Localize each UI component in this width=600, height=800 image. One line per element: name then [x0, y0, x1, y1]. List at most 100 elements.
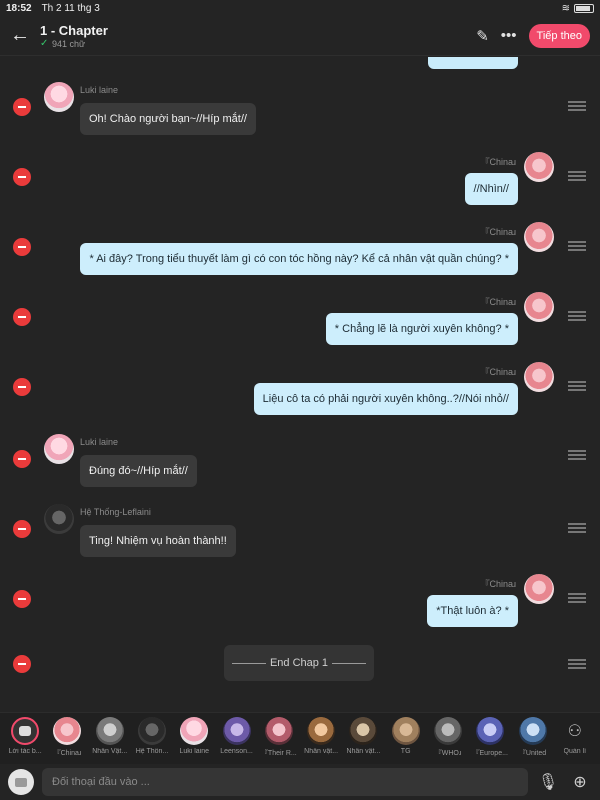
character-item[interactable]: Nhân Vật... — [89, 717, 131, 755]
character-label: Nhân Vật... — [92, 748, 128, 755]
character-item[interactable]: 『Europe... — [469, 717, 511, 758]
delete-icon[interactable] — [13, 520, 31, 538]
drag-handle-icon[interactable] — [568, 523, 586, 533]
avatar — [433, 717, 462, 745]
character-item[interactable]: 『WHOɹ — [427, 717, 469, 758]
message-bubble[interactable]: //Nhìn// — [464, 173, 518, 205]
avatar — [222, 717, 251, 745]
avatar — [524, 222, 554, 252]
character-label: Leenson... — [220, 748, 253, 755]
chapter-end-marker[interactable]: End Chap 1 — [224, 645, 374, 681]
message-row[interactable]: Luki laine Oh! Chào người bạn~//Híp mắt/… — [0, 82, 600, 142]
drag-handle-icon[interactable] — [568, 101, 586, 111]
user-settings-icon: ⚇ — [567, 723, 582, 740]
character-item[interactable]: Lời tác b... — [4, 717, 46, 755]
drag-handle-icon[interactable] — [568, 381, 586, 391]
avatar — [53, 717, 82, 745]
character-item[interactable]: Luki laine — [173, 717, 215, 755]
speaker-name: 『Chinaɹ — [480, 367, 516, 377]
chat-list[interactable]: Luki laine Oh! Chào người bạn~//Híp mắt/… — [0, 57, 600, 707]
drag-handle-icon[interactable] — [568, 450, 586, 460]
character-item[interactable]: Leenson... — [215, 717, 257, 755]
drag-handle-icon[interactable] — [568, 593, 586, 603]
character-label: 『United — [518, 750, 547, 757]
next-button[interactable]: Tiếp theo — [528, 23, 590, 48]
status-bar: 18:52 Th 2 11 thg 3 ≋ — [0, 0, 600, 16]
character-label: 『Their R... — [260, 750, 297, 757]
drag-handle-icon[interactable] — [568, 311, 586, 321]
character-label: 『WHOɹ — [434, 750, 462, 757]
delete-icon[interactable] — [13, 378, 31, 396]
dialogue-input[interactable] — [42, 768, 528, 796]
chapter-end-row[interactable]: End Chap 1 — [0, 645, 600, 685]
battery-icon — [574, 3, 594, 13]
microphone-icon[interactable]: 🎙 — [536, 772, 560, 792]
avatar — [307, 717, 336, 745]
message-row[interactable]: Hệ Thống-Leflaini Ting! Nhiệm vụ hoàn th… — [0, 504, 600, 564]
check-icon: ✓ — [40, 38, 49, 49]
character-label: 『Europe... — [472, 750, 508, 757]
avatar — [44, 504, 74, 534]
status-time: 18:52 — [6, 2, 32, 14]
speaker-name: 『Chinaɹ — [480, 297, 516, 307]
delete-icon[interactable] — [13, 655, 31, 673]
drag-handle-icon[interactable] — [568, 171, 586, 181]
avatar — [180, 717, 209, 745]
avatar — [524, 292, 554, 322]
message-row[interactable]: 『Chinaɹ Liệu cô ta có phải người xuyên k… — [0, 362, 600, 422]
wifi-icon: ≋ — [561, 2, 570, 14]
manage-characters-button[interactable]: ⚇ Quản lí — [554, 717, 596, 755]
character-label: Luki laine — [179, 748, 210, 755]
avatar — [391, 717, 420, 745]
message-bubble[interactable]: * Chẳng lẽ là người xuyên không? * — [325, 313, 518, 345]
header: ← 1 - Chapter ✓ 941 chữ ✎ ••• Tiếp theo — [0, 16, 600, 56]
word-count: ✓ 941 chữ — [40, 39, 108, 49]
message-bubble[interactable]: * Ai đây? Trong tiểu thuyết làm gì có co… — [80, 243, 518, 275]
message-row[interactable]: 『Chinaɹ //Nhìn// — [0, 152, 600, 212]
delete-icon[interactable] — [13, 168, 31, 186]
character-label: TG — [400, 748, 411, 755]
character-label: Nhân vật... — [304, 748, 339, 755]
character-label: Lời tác b... — [8, 748, 42, 755]
message-row[interactable]: Luki laine Đúng đó~//Híp mắt// — [0, 434, 600, 494]
status-right: ≋ — [562, 3, 594, 14]
avatar — [44, 434, 74, 464]
character-item[interactable]: 『Chinaɹ — [46, 717, 88, 758]
message-bubble[interactable]: Oh! Chào người bạn~//Híp mắt// — [80, 103, 256, 135]
add-icon[interactable]: ⊕ — [568, 772, 592, 792]
delete-icon[interactable] — [13, 98, 31, 116]
character-bar: Lời tác b... 『Chinaɹ Nhân Vật... Hệ Thốn… — [0, 712, 600, 764]
message-bubble[interactable]: Ting! Nhiệm vụ hoàn thành!! — [80, 525, 236, 557]
character-item[interactable]: Nhân vật... — [300, 717, 342, 755]
more-icon[interactable]: ••• — [501, 27, 517, 44]
message-row[interactable]: 『Chinaɹ *Thật luôn à? * — [0, 574, 600, 634]
message-row[interactable]: 『Chinaɹ * Chẳng lẽ là người xuyên không?… — [0, 292, 600, 352]
chapter-end-label: End Chap 1 — [269, 657, 329, 669]
delete-icon[interactable] — [13, 238, 31, 256]
character-item[interactable]: Hệ Thốn... — [131, 717, 173, 755]
drag-handle-icon[interactable] — [568, 241, 586, 251]
message-bubble[interactable]: Đúng đó~//Híp mắt// — [80, 455, 197, 487]
delete-icon[interactable] — [13, 450, 31, 468]
speaker-name: 『Chinaɹ — [480, 227, 516, 237]
message-row[interactable]: 『Chinaɹ * Ai đây? Trong tiểu thuyết làm … — [0, 222, 600, 282]
drag-handle-icon[interactable] — [568, 659, 586, 669]
page-title: 1 - Chapter — [40, 22, 108, 38]
edit-icon[interactable]: ✎ — [476, 27, 489, 45]
divider — [332, 662, 367, 664]
delete-icon[interactable] — [13, 308, 31, 326]
header-actions: ✎ ••• Tiếp theo — [476, 23, 590, 48]
avatar — [524, 152, 554, 182]
delete-icon[interactable] — [13, 590, 31, 608]
message-bubble[interactable]: Liệu cô ta có phải người xuyên không..?/… — [253, 383, 518, 415]
character-item[interactable]: TG — [385, 717, 427, 755]
avatar — [44, 82, 74, 112]
message-bubble[interactable]: *Thật luôn à? * — [427, 595, 518, 627]
character-item[interactable]: 『United — [511, 717, 553, 758]
chat-bubble-icon[interactable] — [8, 769, 34, 795]
manage-label: Quản lí — [563, 748, 587, 755]
arrow-left-icon[interactable]: ← — [10, 24, 36, 47]
character-item[interactable]: Nhân vật... — [342, 717, 384, 755]
avatar — [518, 717, 547, 745]
character-item[interactable]: 『Their R... — [258, 717, 300, 758]
